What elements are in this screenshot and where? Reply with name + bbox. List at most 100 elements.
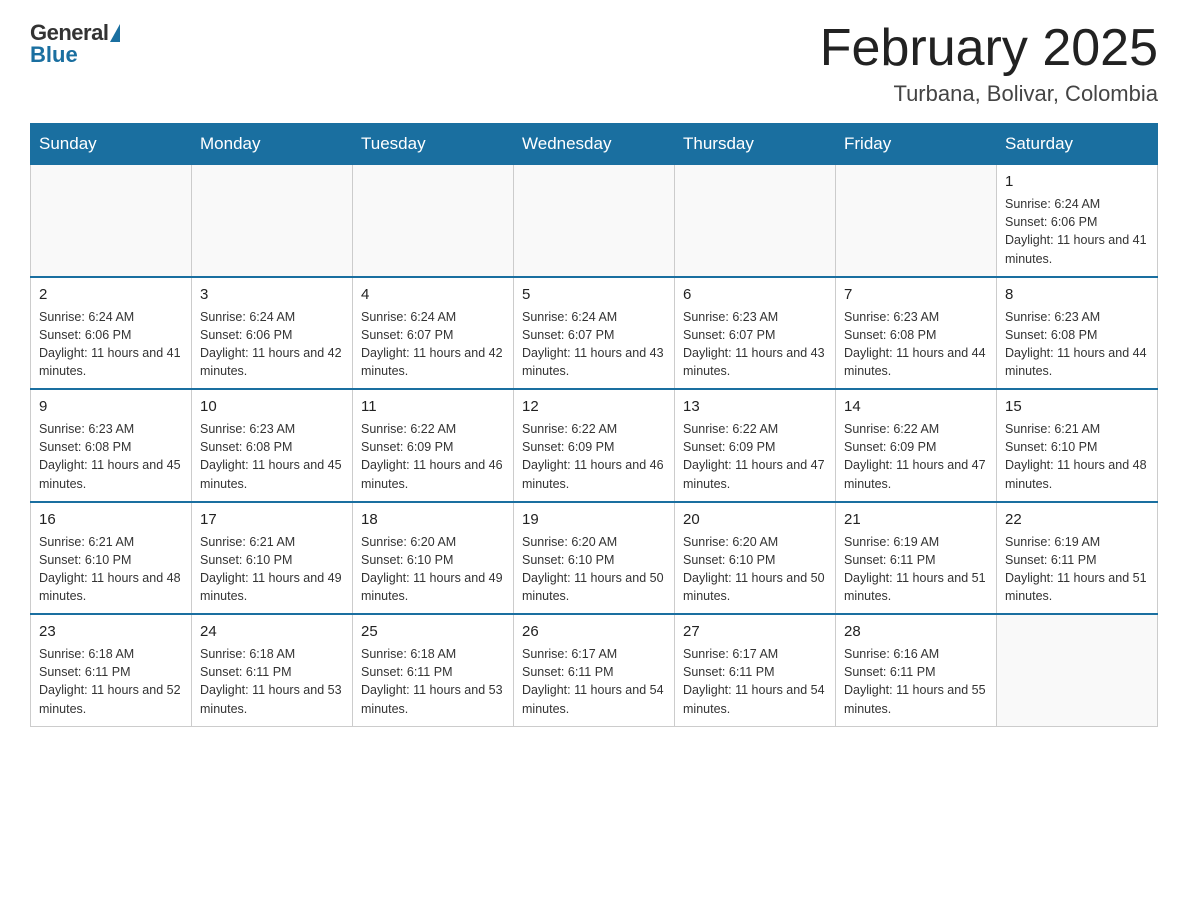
calendar-cell: 24 Sunrise: 6:18 AM Sunset: 6:11 PM Dayli… bbox=[192, 614, 353, 726]
calendar-cell: 23 Sunrise: 6:18 AM Sunset: 6:11 PM Dayli… bbox=[31, 614, 192, 726]
day-sun-info: Sunrise: 6:24 AM Sunset: 6:06 PM Dayligh… bbox=[1005, 195, 1149, 268]
calendar-cell bbox=[31, 165, 192, 277]
day-sun-info: Sunrise: 6:23 AM Sunset: 6:08 PM Dayligh… bbox=[200, 420, 344, 493]
calendar-cell bbox=[353, 165, 514, 277]
calendar-cell: 12 Sunrise: 6:22 AM Sunset: 6:09 PM Dayli… bbox=[514, 389, 675, 502]
day-number: 4 bbox=[361, 284, 505, 305]
day-sun-info: Sunrise: 6:19 AM Sunset: 6:11 PM Dayligh… bbox=[1005, 533, 1149, 606]
day-number: 21 bbox=[844, 509, 988, 530]
calendar-cell: 1 Sunrise: 6:24 AM Sunset: 6:06 PM Daylig… bbox=[997, 165, 1158, 277]
weekday-header-sunday: Sunday bbox=[31, 124, 192, 165]
day-sun-info: Sunrise: 6:20 AM Sunset: 6:10 PM Dayligh… bbox=[683, 533, 827, 606]
calendar-cell: 28 Sunrise: 6:16 AM Sunset: 6:11 PM Dayli… bbox=[836, 614, 997, 726]
calendar-cell: 11 Sunrise: 6:22 AM Sunset: 6:09 PM Dayli… bbox=[353, 389, 514, 502]
day-sun-info: Sunrise: 6:17 AM Sunset: 6:11 PM Dayligh… bbox=[522, 645, 666, 718]
calendar-cell: 22 Sunrise: 6:19 AM Sunset: 6:11 PM Dayli… bbox=[997, 502, 1158, 615]
day-sun-info: Sunrise: 6:21 AM Sunset: 6:10 PM Dayligh… bbox=[200, 533, 344, 606]
calendar-cell: 9 Sunrise: 6:23 AM Sunset: 6:08 PM Daylig… bbox=[31, 389, 192, 502]
day-number: 24 bbox=[200, 621, 344, 642]
month-title: February 2025 bbox=[820, 20, 1158, 77]
calendar-cell: 26 Sunrise: 6:17 AM Sunset: 6:11 PM Dayli… bbox=[514, 614, 675, 726]
day-sun-info: Sunrise: 6:21 AM Sunset: 6:10 PM Dayligh… bbox=[39, 533, 183, 606]
day-number: 19 bbox=[522, 509, 666, 530]
calendar-cell: 2 Sunrise: 6:24 AM Sunset: 6:06 PM Daylig… bbox=[31, 277, 192, 390]
calendar-week-row: 9 Sunrise: 6:23 AM Sunset: 6:08 PM Daylig… bbox=[31, 389, 1158, 502]
calendar-cell: 13Sunrise: 6:22 AM Sunset: 6:09 PM Dayli… bbox=[675, 389, 836, 502]
day-number: 17 bbox=[200, 509, 344, 530]
weekday-header-tuesday: Tuesday bbox=[353, 124, 514, 165]
day-number: 6 bbox=[683, 284, 827, 305]
weekday-header-monday: Monday bbox=[192, 124, 353, 165]
calendar-cell: 16 Sunrise: 6:21 AM Sunset: 6:10 PM Dayli… bbox=[31, 502, 192, 615]
day-number: 16 bbox=[39, 509, 183, 530]
day-number: 11 bbox=[361, 396, 505, 417]
logo-triangle-icon bbox=[110, 24, 120, 42]
day-number: 2 bbox=[39, 284, 183, 305]
logo: General Blue bbox=[30, 20, 120, 68]
day-number: 18 bbox=[361, 509, 505, 530]
calendar-cell: 18 Sunrise: 6:20 AM Sunset: 6:10 PM Dayli… bbox=[353, 502, 514, 615]
day-sun-info: Sunrise: 6:23 AM Sunset: 6:08 PM Dayligh… bbox=[39, 420, 183, 493]
weekday-header-wednesday: Wednesday bbox=[514, 124, 675, 165]
page-header: General Blue February 2025 Turbana, Boli… bbox=[30, 20, 1158, 107]
calendar-cell bbox=[675, 165, 836, 277]
calendar-cell bbox=[192, 165, 353, 277]
calendar-cell: 7Sunrise: 6:23 AM Sunset: 6:08 PM Daylig… bbox=[836, 277, 997, 390]
day-number: 20 bbox=[683, 509, 827, 530]
calendar-cell: 5 Sunrise: 6:24 AM Sunset: 6:07 PM Daylig… bbox=[514, 277, 675, 390]
calendar-cell bbox=[514, 165, 675, 277]
day-sun-info: Sunrise: 6:24 AM Sunset: 6:07 PM Dayligh… bbox=[522, 308, 666, 381]
day-sun-info: Sunrise: 6:24 AM Sunset: 6:06 PM Dayligh… bbox=[39, 308, 183, 381]
day-sun-info: Sunrise: 6:22 AM Sunset: 6:09 PM Dayligh… bbox=[683, 420, 827, 493]
logo-blue-text: Blue bbox=[30, 42, 78, 68]
day-sun-info: Sunrise: 6:18 AM Sunset: 6:11 PM Dayligh… bbox=[39, 645, 183, 718]
weekday-header-friday: Friday bbox=[836, 124, 997, 165]
weekday-header-thursday: Thursday bbox=[675, 124, 836, 165]
day-sun-info: Sunrise: 6:16 AM Sunset: 6:11 PM Dayligh… bbox=[844, 645, 988, 718]
calendar-table: SundayMondayTuesdayWednesdayThursdayFrid… bbox=[30, 123, 1158, 727]
day-number: 12 bbox=[522, 396, 666, 417]
calendar-week-row: 2 Sunrise: 6:24 AM Sunset: 6:06 PM Daylig… bbox=[31, 277, 1158, 390]
calendar-cell bbox=[836, 165, 997, 277]
day-sun-info: Sunrise: 6:22 AM Sunset: 6:09 PM Dayligh… bbox=[361, 420, 505, 493]
calendar-cell: 19Sunrise: 6:20 AM Sunset: 6:10 PM Dayli… bbox=[514, 502, 675, 615]
day-sun-info: Sunrise: 6:21 AM Sunset: 6:10 PM Dayligh… bbox=[1005, 420, 1149, 493]
calendar-cell: 17 Sunrise: 6:21 AM Sunset: 6:10 PM Dayli… bbox=[192, 502, 353, 615]
calendar-cell: 27Sunrise: 6:17 AM Sunset: 6:11 PM Dayli… bbox=[675, 614, 836, 726]
calendar-cell: 10 Sunrise: 6:23 AM Sunset: 6:08 PM Dayli… bbox=[192, 389, 353, 502]
day-number: 26 bbox=[522, 621, 666, 642]
day-sun-info: Sunrise: 6:19 AM Sunset: 6:11 PM Dayligh… bbox=[844, 533, 988, 606]
calendar-week-row: 1 Sunrise: 6:24 AM Sunset: 6:06 PM Daylig… bbox=[31, 165, 1158, 277]
day-sun-info: Sunrise: 6:24 AM Sunset: 6:07 PM Dayligh… bbox=[361, 308, 505, 381]
calendar-cell: 8Sunrise: 6:23 AM Sunset: 6:08 PM Daylig… bbox=[997, 277, 1158, 390]
title-block: February 2025 Turbana, Bolivar, Colombia bbox=[820, 20, 1158, 107]
day-number: 3 bbox=[200, 284, 344, 305]
calendar-cell: 4 Sunrise: 6:24 AM Sunset: 6:07 PM Daylig… bbox=[353, 277, 514, 390]
day-sun-info: Sunrise: 6:17 AM Sunset: 6:11 PM Dayligh… bbox=[683, 645, 827, 718]
day-number: 1 bbox=[1005, 171, 1149, 192]
day-number: 22 bbox=[1005, 509, 1149, 530]
day-number: 10 bbox=[200, 396, 344, 417]
calendar-cell: 14 Sunrise: 6:22 AM Sunset: 6:09 PM Dayli… bbox=[836, 389, 997, 502]
calendar-cell: 20 Sunrise: 6:20 AM Sunset: 6:10 PM Dayli… bbox=[675, 502, 836, 615]
day-sun-info: Sunrise: 6:23 AM Sunset: 6:07 PM Dayligh… bbox=[683, 308, 827, 381]
day-number: 9 bbox=[39, 396, 183, 417]
calendar-cell bbox=[997, 614, 1158, 726]
calendar-cell: 6 Sunrise: 6:23 AM Sunset: 6:07 PM Daylig… bbox=[675, 277, 836, 390]
calendar-header-row: SundayMondayTuesdayWednesdayThursdayFrid… bbox=[31, 124, 1158, 165]
day-sun-info: Sunrise: 6:20 AM Sunset: 6:10 PM Dayligh… bbox=[361, 533, 505, 606]
day-number: 5 bbox=[522, 284, 666, 305]
day-sun-info: Sunrise: 6:22 AM Sunset: 6:09 PM Dayligh… bbox=[844, 420, 988, 493]
calendar-week-row: 16 Sunrise: 6:21 AM Sunset: 6:10 PM Dayli… bbox=[31, 502, 1158, 615]
calendar-cell: 3Sunrise: 6:24 AM Sunset: 6:06 PM Daylig… bbox=[192, 277, 353, 390]
day-number: 14 bbox=[844, 396, 988, 417]
day-sun-info: Sunrise: 6:18 AM Sunset: 6:11 PM Dayligh… bbox=[200, 645, 344, 718]
day-number: 28 bbox=[844, 621, 988, 642]
calendar-week-row: 23 Sunrise: 6:18 AM Sunset: 6:11 PM Dayli… bbox=[31, 614, 1158, 726]
day-sun-info: Sunrise: 6:22 AM Sunset: 6:09 PM Dayligh… bbox=[522, 420, 666, 493]
day-number: 25 bbox=[361, 621, 505, 642]
day-number: 23 bbox=[39, 621, 183, 642]
day-sun-info: Sunrise: 6:23 AM Sunset: 6:08 PM Dayligh… bbox=[1005, 308, 1149, 381]
day-sun-info: Sunrise: 6:18 AM Sunset: 6:11 PM Dayligh… bbox=[361, 645, 505, 718]
calendar-cell: 21 Sunrise: 6:19 AM Sunset: 6:11 PM Dayli… bbox=[836, 502, 997, 615]
